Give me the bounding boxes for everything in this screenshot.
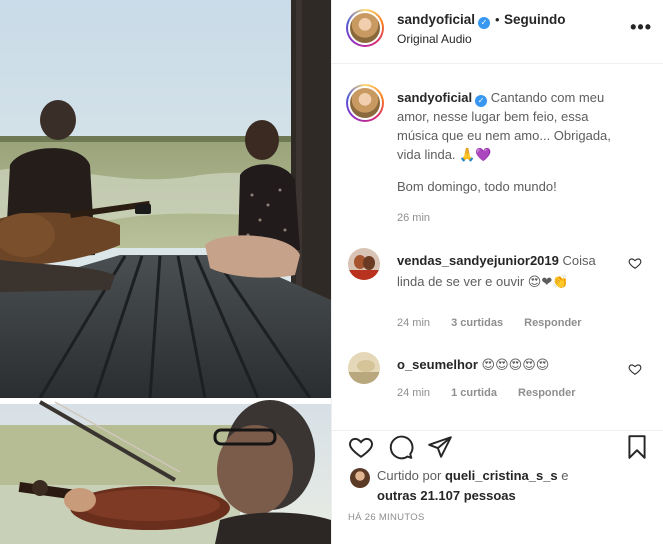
comment-username[interactable]: vendas_sandyejunior2019 [397, 253, 559, 268]
author-username[interactable]: sandyoficial ✓ [397, 12, 491, 29]
author-avatar[interactable] [346, 9, 384, 47]
video-frames [0, 0, 331, 544]
caption-text: sandyoficial ✓ Cantando com meu amor, nes… [397, 88, 627, 164]
comment-meta: 24 min 1 curtida Responder [397, 387, 593, 399]
caption-avatar[interactable] [346, 84, 384, 122]
verified-badge-icon: ✓ [475, 95, 488, 107]
bookmark-icon[interactable] [624, 434, 650, 460]
posted-time: HÁ 26 MINUTOS [348, 512, 425, 523]
comment-reply-button[interactable]: Responder [524, 317, 581, 329]
commenter-avatar[interactable] [348, 352, 380, 384]
post-media[interactable] [0, 0, 331, 544]
comment-body: 😍😍😍😍😍 [481, 357, 550, 372]
following-button[interactable]: Seguindo [504, 12, 566, 27]
caption-time: 26 min [397, 212, 431, 224]
original-audio-link[interactable]: Original Audio [397, 32, 472, 46]
likes-prefix: Curtido por [377, 468, 442, 483]
comment-likes[interactable]: 1 curtida [451, 387, 497, 399]
comment-text: vendas_sandyejunior2019 Coisa linda de s… [397, 250, 617, 292]
verified-badge-icon: ✓ [478, 17, 491, 29]
commenter-avatar[interactable] [348, 248, 380, 280]
action-bar [332, 430, 663, 464]
post-panel: sandyoficial ✓ • Seguindo Original Audio … [331, 0, 663, 544]
comment-meta: 24 min 3 curtidas Responder [397, 317, 600, 329]
likes-text: Curtido por queli_cristina_s_s e outras … [377, 466, 569, 506]
comment-reply-button[interactable]: Responder [518, 387, 575, 399]
comment-like-heart-icon[interactable] [628, 362, 642, 376]
comment-icon[interactable] [388, 434, 414, 460]
paper-plane-icon[interactable] [427, 434, 453, 460]
comment-likes[interactable]: 3 curtidas [451, 317, 503, 329]
likes-conj: e [561, 468, 569, 483]
comment-text: o_seumelhor 😍😍😍😍😍 [397, 354, 617, 375]
separator-dot: • [495, 12, 500, 27]
author-username-text[interactable]: sandyoficial [397, 12, 475, 27]
comment-like-heart-icon[interactable] [628, 256, 642, 270]
bottom-video-frame [0, 400, 331, 544]
post-header: sandyoficial ✓ • Seguindo Original Audio … [332, 0, 663, 64]
liker-username[interactable]: queli_cristina_s_s [445, 468, 558, 483]
comment-time: 24 min [397, 387, 431, 399]
likes-others[interactable]: outras 21.107 pessoas [377, 488, 516, 503]
comment-username[interactable]: o_seumelhor [397, 357, 478, 372]
top-video-frame [0, 0, 331, 399]
more-options-icon[interactable]: ••• [630, 18, 652, 36]
heart-icon[interactable] [348, 434, 374, 460]
liker-avatar[interactable] [350, 468, 370, 488]
caption-line2: Bom domingo, todo mundo! [397, 179, 557, 194]
comment-time: 24 min [397, 317, 431, 329]
caption-username[interactable]: sandyoficial [397, 90, 472, 105]
